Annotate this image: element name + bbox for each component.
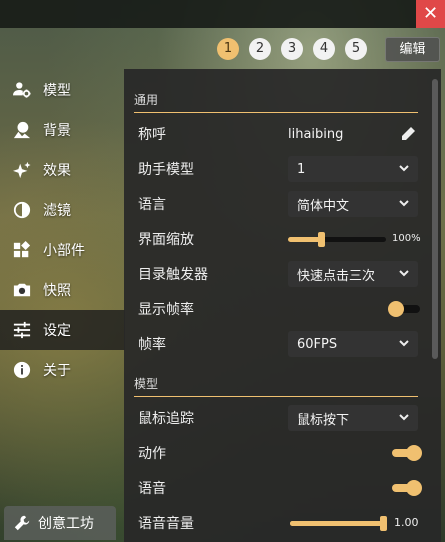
sidebar-item-background[interactable]: 背景 bbox=[0, 110, 125, 150]
page-button-2[interactable]: 2 bbox=[249, 38, 271, 60]
mouse-track-value: 鼠标按下 bbox=[297, 412, 350, 428]
contrast-icon bbox=[12, 200, 32, 220]
dir-trigger-label: 目录触发器 bbox=[138, 267, 208, 283]
image-icon bbox=[12, 120, 32, 140]
motion-row: 动作 bbox=[138, 438, 422, 468]
dir-trigger-value: 快速点击三次 bbox=[297, 268, 376, 284]
sidebar-item-label: 小部件 bbox=[43, 243, 85, 259]
page-button-3[interactable]: 3 bbox=[281, 38, 303, 60]
assistant-model-value: 1 bbox=[297, 161, 306, 177]
chevron-down-icon bbox=[398, 267, 410, 279]
sidebar-item-label: 背景 bbox=[43, 123, 71, 139]
camera-icon bbox=[12, 280, 32, 300]
chevron-down-icon bbox=[398, 197, 410, 209]
assistant-model-label: 助手模型 bbox=[138, 162, 194, 178]
voice-volume-row: 语音音量 1.00 bbox=[138, 508, 419, 538]
widgets-icon bbox=[12, 240, 32, 260]
show-fps-toggle[interactable] bbox=[388, 301, 420, 317]
sidebar-item-model[interactable]: 模型 bbox=[0, 70, 125, 110]
voice-volume-value: 1.00 bbox=[394, 516, 419, 529]
assistant-model-row: 助手模型 1 bbox=[138, 154, 418, 184]
chevron-down-icon bbox=[398, 162, 410, 174]
page-selector: 1 2 3 4 5 bbox=[217, 38, 367, 60]
sidebar-item-label: 滤镜 bbox=[43, 203, 71, 219]
sidebar-item-label: 快照 bbox=[43, 283, 71, 299]
settings-panel: 通用 称呼 lihaibing 助手模型 1 语言 简体中文 界面缩放 100%… bbox=[124, 69, 441, 542]
language-select[interactable]: 简体中文 bbox=[288, 191, 418, 217]
voice-volume-fill bbox=[290, 521, 384, 526]
sidebar-item-about[interactable]: 关于 bbox=[0, 350, 125, 390]
page-button-4[interactable]: 4 bbox=[313, 38, 335, 60]
nickname-row: 称呼 lihaibing bbox=[138, 119, 418, 149]
workshop-button[interactable]: 创意工坊 bbox=[4, 506, 116, 540]
show-fps-row: 显示帧率 bbox=[138, 294, 420, 324]
dir-trigger-select[interactable]: 快速点击三次 bbox=[288, 261, 418, 287]
voice-volume-slider[interactable] bbox=[290, 516, 387, 531]
title-bar: ✕ bbox=[0, 0, 445, 28]
voice-volume-label: 语音音量 bbox=[138, 516, 194, 532]
voice-label: 语音 bbox=[138, 481, 166, 497]
voice-toggle[interactable] bbox=[388, 480, 422, 496]
page-button-5[interactable]: 5 bbox=[345, 38, 367, 60]
motion-label: 动作 bbox=[138, 446, 166, 462]
sidebar-item-label: 关于 bbox=[43, 363, 71, 379]
chevron-down-icon bbox=[398, 337, 410, 349]
sidebar: 模型 背景 效果 滤镜 小部件 快照 设定 关于 bbox=[0, 70, 125, 390]
ui-scale-row: 界面缩放 100% bbox=[138, 224, 421, 254]
dir-trigger-row: 目录触发器 快速点击三次 bbox=[138, 259, 418, 289]
close-button[interactable]: ✕ bbox=[416, 0, 445, 28]
sliders-icon bbox=[12, 320, 32, 340]
ui-scale-slider[interactable] bbox=[288, 232, 386, 247]
sidebar-item-filters[interactable]: 滤镜 bbox=[0, 190, 125, 230]
fps-row: 帧率 60FPS bbox=[138, 329, 418, 359]
ui-scale-knob[interactable] bbox=[318, 232, 326, 247]
nickname-value: lihaibing bbox=[288, 126, 344, 142]
sidebar-item-settings[interactable]: 设定 bbox=[0, 310, 125, 350]
mouse-track-select[interactable]: 鼠标按下 bbox=[288, 405, 418, 431]
sidebar-item-widgets[interactable]: 小部件 bbox=[0, 230, 125, 270]
mouse-track-row: 鼠标追踪 鼠标按下 bbox=[138, 403, 418, 433]
sparkle-icon bbox=[12, 160, 32, 180]
mouse-track-label: 鼠标追踪 bbox=[138, 411, 194, 427]
sidebar-item-snapshot[interactable]: 快照 bbox=[0, 270, 125, 310]
panel-scrollbar[interactable] bbox=[432, 79, 438, 359]
pen-icon[interactable] bbox=[400, 126, 416, 142]
edit-button[interactable]: 编辑 bbox=[385, 37, 440, 62]
user-gear-icon bbox=[12, 80, 32, 100]
section-model-title: 模型 bbox=[134, 375, 418, 397]
sidebar-item-label: 模型 bbox=[43, 83, 71, 99]
language-label: 语言 bbox=[138, 197, 166, 213]
chevron-down-icon bbox=[398, 411, 410, 423]
voice-volume-knob[interactable] bbox=[380, 516, 387, 531]
fps-select[interactable]: 60FPS bbox=[288, 331, 418, 357]
workshop-label: 创意工坊 bbox=[38, 516, 94, 532]
info-icon bbox=[12, 360, 32, 380]
sidebar-item-label: 效果 bbox=[43, 163, 71, 179]
ui-scale-label: 界面缩放 bbox=[138, 232, 194, 248]
page-button-1[interactable]: 1 bbox=[217, 38, 239, 60]
section-general-title: 通用 bbox=[134, 91, 418, 113]
voice-row: 语音 bbox=[138, 473, 422, 503]
sidebar-item-label: 设定 bbox=[43, 323, 71, 339]
show-fps-label: 显示帧率 bbox=[138, 302, 194, 318]
language-value: 简体中文 bbox=[297, 198, 350, 214]
sidebar-item-effects[interactable]: 效果 bbox=[0, 150, 125, 190]
wrench-icon bbox=[14, 515, 30, 531]
motion-toggle[interactable] bbox=[388, 445, 422, 461]
fps-value: 60FPS bbox=[297, 336, 338, 352]
assistant-model-select[interactable]: 1 bbox=[288, 156, 418, 182]
nickname-label: 称呼 bbox=[138, 127, 166, 143]
fps-label: 帧率 bbox=[138, 337, 166, 353]
language-row: 语言 简体中文 bbox=[138, 189, 418, 219]
ui-scale-value: 100% bbox=[392, 233, 421, 244]
ui-scale-fill bbox=[288, 237, 323, 242]
